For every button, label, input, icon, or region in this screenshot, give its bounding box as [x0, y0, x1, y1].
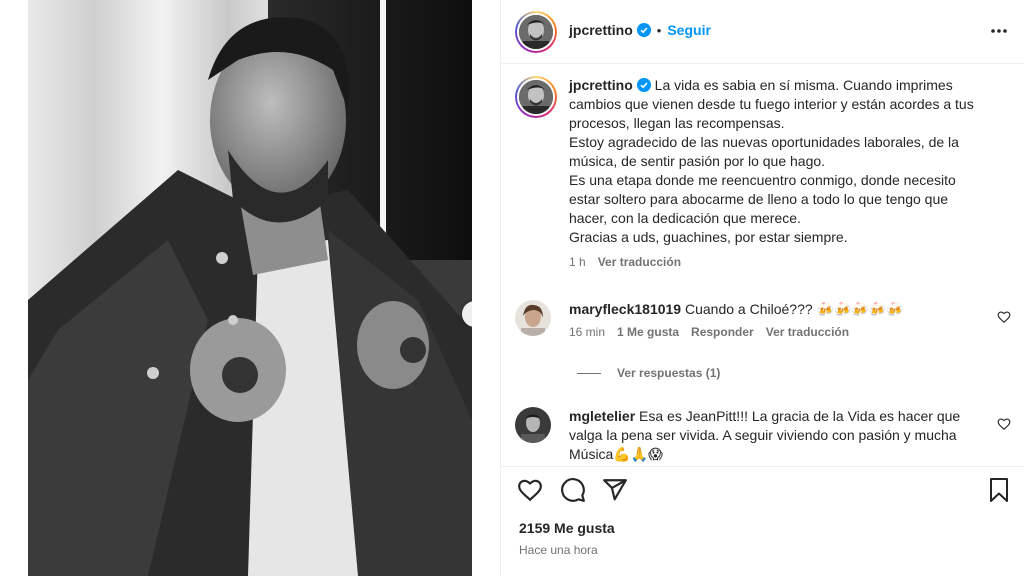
- comment-meta: 16 min 1 Me gusta Responder Ver traducci…: [569, 325, 1015, 339]
- comment-item: mgletelier Esa es JeanPitt!!! La gracia …: [515, 407, 1015, 464]
- comment-like-button[interactable]: [997, 310, 1011, 329]
- post-caption: jpcrettino La vida es sabia en sí misma.…: [515, 76, 1015, 269]
- caption-line: música, de sentir pasión por lo que hago…: [569, 153, 826, 169]
- heart-icon: [997, 311, 1011, 324]
- comment-icon: [561, 478, 585, 502]
- post-side-panel: jpcrettino • Seguir jpcrettino La vida e…: [500, 0, 1024, 576]
- comment-text: Música💪🙏😱: [569, 446, 663, 462]
- caption-first-line: jpcrettino La vida es sabia en sí misma.…: [569, 76, 1015, 95]
- verified-badge-icon: [636, 23, 651, 37]
- author-avatar[interactable]: [515, 11, 557, 53]
- reply-button[interactable]: Responder: [691, 325, 754, 339]
- share-button[interactable]: [602, 477, 628, 508]
- comment-text: valga la pena ser vivida. A seguir vivie…: [569, 427, 957, 443]
- author-username[interactable]: jpcrettino: [569, 22, 633, 38]
- caption-line: cambios que vienen desde tu fuego interi…: [569, 96, 974, 112]
- caption-timestamp[interactable]: 1 h: [569, 255, 586, 269]
- more-options-button[interactable]: [989, 20, 1009, 45]
- heart-icon: [997, 418, 1011, 431]
- divider-gap: [472, 0, 500, 576]
- save-button[interactable]: [987, 477, 1011, 508]
- likes-count[interactable]: 2159 Me gusta: [519, 520, 615, 536]
- comment-body: maryfleck181019 Cuando a Chiloé??? 🍻🍻🍻🍻🍻: [569, 300, 989, 319]
- post-timestamp[interactable]: Hace una hora: [519, 543, 598, 557]
- caption-translate-link[interactable]: Ver traducción: [598, 255, 681, 269]
- caption-avatar[interactable]: [515, 76, 557, 118]
- comment-text: Esa es JeanPitt!!! La gracia de la Vida …: [639, 408, 961, 424]
- heart-icon: [518, 479, 542, 502]
- follow-button[interactable]: Seguir: [667, 22, 711, 38]
- post-photo-image: [28, 0, 472, 576]
- commenter-username[interactable]: maryfleck181019: [569, 301, 681, 317]
- commenter-avatar[interactable]: [515, 300, 551, 336]
- caption-meta: 1 h Ver traducción: [569, 255, 1015, 269]
- separator-dot: •: [656, 22, 662, 38]
- caption-username[interactable]: jpcrettino: [569, 77, 633, 93]
- caption-line: estar soltero para abocarme de lleno a t…: [569, 191, 949, 207]
- comment-item: maryfleck181019 Cuando a Chiloé??? 🍻🍻🍻🍻🍻…: [515, 300, 1015, 339]
- caption-line: La vida es sabia en sí misma. Cuando imp…: [654, 77, 953, 93]
- caption-line: procesos, llegan las recompensas.: [569, 115, 785, 131]
- caption-line: Estoy agradecido de las nuevas oportunid…: [569, 134, 959, 150]
- bookmark-icon: [990, 478, 1008, 502]
- comment-timestamp[interactable]: 16 min: [569, 325, 605, 339]
- caption-line: hacer, con la dedicación que merece.: [569, 210, 801, 226]
- commenter-username[interactable]: mgletelier: [569, 408, 635, 424]
- post-header: jpcrettino • Seguir: [501, 0, 1024, 64]
- comment-body: mgletelier Esa es JeanPitt!!! La gracia …: [569, 407, 989, 464]
- caption-text: jpcrettino La vida es sabia en sí misma.…: [569, 76, 1015, 247]
- view-replies-button[interactable]: Ver respuestas (1): [577, 366, 720, 380]
- view-replies-label: Ver respuestas (1): [617, 366, 721, 380]
- share-icon: [603, 479, 627, 501]
- commenter-avatar[interactable]: [515, 407, 551, 443]
- comment-like-button[interactable]: [997, 417, 1011, 436]
- more-options-icon: [991, 29, 1007, 33]
- caption-line: Es una etapa donde me reencuentro conmig…: [569, 172, 956, 188]
- comment-button[interactable]: [560, 477, 586, 508]
- like-button[interactable]: [517, 477, 543, 508]
- comment-translate-link[interactable]: Ver traducción: [766, 325, 849, 339]
- caption-line: Gracias a uds, guachines, por estar siem…: [569, 229, 848, 245]
- verified-badge-icon: [636, 78, 651, 92]
- replies-line: [577, 372, 601, 374]
- post-actions-bar: [501, 466, 1024, 510]
- left-backdrop: [0, 0, 28, 576]
- comment-text: Cuando a Chiloé??? 🍻🍻🍻🍻🍻: [685, 301, 904, 317]
- comment-likes[interactable]: 1 Me gusta: [617, 325, 679, 339]
- post-photo[interactable]: [28, 0, 472, 576]
